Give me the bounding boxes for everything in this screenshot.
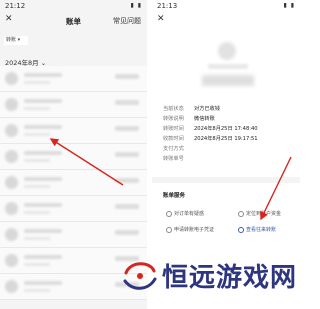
list-item[interactable] — [0, 196, 147, 222]
services-title: 账单服务 — [163, 193, 186, 199]
help-link[interactable]: 常见问题 — [113, 16, 141, 26]
detail-row-payment-method: 支付方式 — [163, 146, 184, 152]
status-bar: 21:12 ▮ ▮ — [0, 0, 147, 12]
document-icon — [166, 226, 172, 233]
avatar — [5, 150, 18, 163]
locate-icon — [238, 210, 244, 217]
view-transfers-link[interactable]: 查看往来转账 — [238, 226, 276, 233]
status-icons: ▮ ▮ — [130, 2, 142, 9]
list-item[interactable] — [0, 118, 147, 144]
watermark-text: 恒远游戏网 — [162, 263, 298, 293]
list-item[interactable] — [0, 144, 147, 170]
status-bar: 21:13 ▮ ▮ — [152, 0, 300, 12]
avatar — [5, 254, 18, 267]
locate-funds-service-link[interactable]: 定位到账户资金 — [238, 210, 281, 217]
avatar — [5, 72, 18, 85]
close-icon[interactable]: ✕ — [157, 14, 165, 24]
avatar — [218, 42, 236, 60]
list-item[interactable] — [0, 170, 147, 196]
nav-bar: ✕ 账单 常见问题 — [0, 12, 147, 29]
transfer-amount — [202, 75, 254, 86]
list-item[interactable] — [0, 66, 147, 92]
detail-row-note: 转账说明 微信转账 — [163, 116, 215, 122]
section-gap — [152, 177, 300, 183]
voucher-service-link[interactable]: 申请转账电子凭证 — [166, 226, 214, 233]
status-time: 21:12 — [5, 2, 26, 10]
avatar — [5, 228, 18, 241]
avatar — [5, 176, 18, 189]
watermark-logo-icon — [123, 262, 157, 290]
payee-name — [208, 64, 248, 69]
list-item[interactable] — [0, 222, 147, 248]
status-time: 21:13 — [157, 2, 178, 10]
avatar — [5, 202, 18, 215]
dispute-service-link[interactable]: 对订单有疑惑 — [166, 210, 204, 217]
avatar — [5, 124, 18, 137]
status-icons: ▮ ▮ — [283, 2, 295, 9]
site-watermark: 恒远游戏网 — [120, 252, 296, 302]
question-icon — [166, 210, 172, 217]
list-item[interactable] — [0, 92, 147, 118]
filter-chip-transfer[interactable]: 转账 ▾ — [4, 36, 28, 45]
detail-row-transfer-id: 转账单号 — [163, 156, 184, 162]
detail-row-status: 当前状态 对方已收钱 — [163, 106, 220, 112]
detail-row-receive-time: 收款时间 2024年8月25日 19:17:51 — [163, 136, 258, 142]
link-icon — [238, 226, 244, 233]
detail-list: 当前状态 对方已收钱 转账说明 微信转账 转账时间 2024年8月25日 17:… — [152, 104, 300, 164]
nav-bar: ✕ — [152, 12, 300, 29]
avatar — [5, 280, 18, 293]
detail-row-transfer-time: 转账时间 2024年8月25日 17:48:40 — [163, 126, 258, 132]
avatar — [5, 98, 18, 111]
